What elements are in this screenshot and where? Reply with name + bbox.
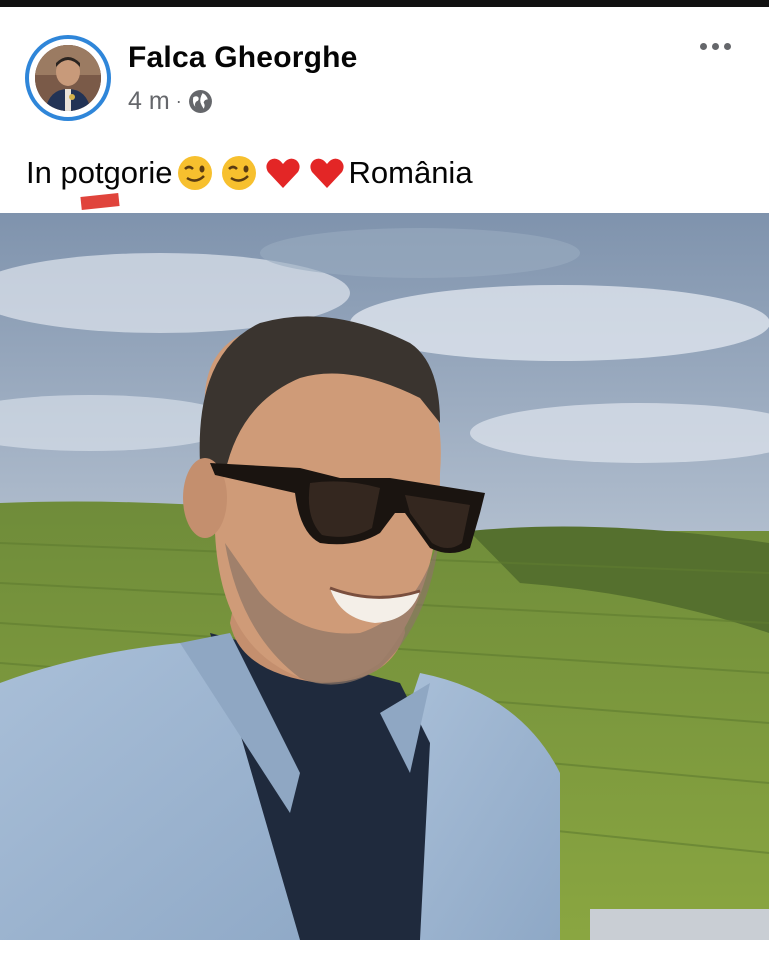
red-heart-icon [263, 153, 303, 193]
post-header: Falca Gheorghe 4 m · [0, 7, 769, 137]
meta-separator: · [175, 91, 182, 111]
author-name[interactable]: Falca Gheorghe [128, 41, 358, 75]
caption-location: România [348, 155, 473, 190]
post-footer-edge [0, 940, 769, 960]
avatar-image [35, 45, 101, 111]
post-meta: 4 m · [128, 87, 213, 115]
more-options-button[interactable] [700, 43, 731, 50]
top-edge-bar [0, 0, 769, 7]
winking-face-icon [175, 153, 215, 193]
red-heart-icon [307, 153, 347, 193]
post-time[interactable]: 4 m [128, 87, 170, 116]
red-annotation-mark [80, 193, 120, 210]
author-avatar[interactable] [25, 35, 111, 121]
ellipsis-icon [700, 43, 707, 50]
globe-icon [188, 89, 213, 114]
caption-text: In potgorie [26, 155, 173, 190]
winking-face-icon [219, 153, 259, 193]
post-caption: In potgorie România [26, 153, 473, 193]
post-photo[interactable] [0, 213, 769, 940]
